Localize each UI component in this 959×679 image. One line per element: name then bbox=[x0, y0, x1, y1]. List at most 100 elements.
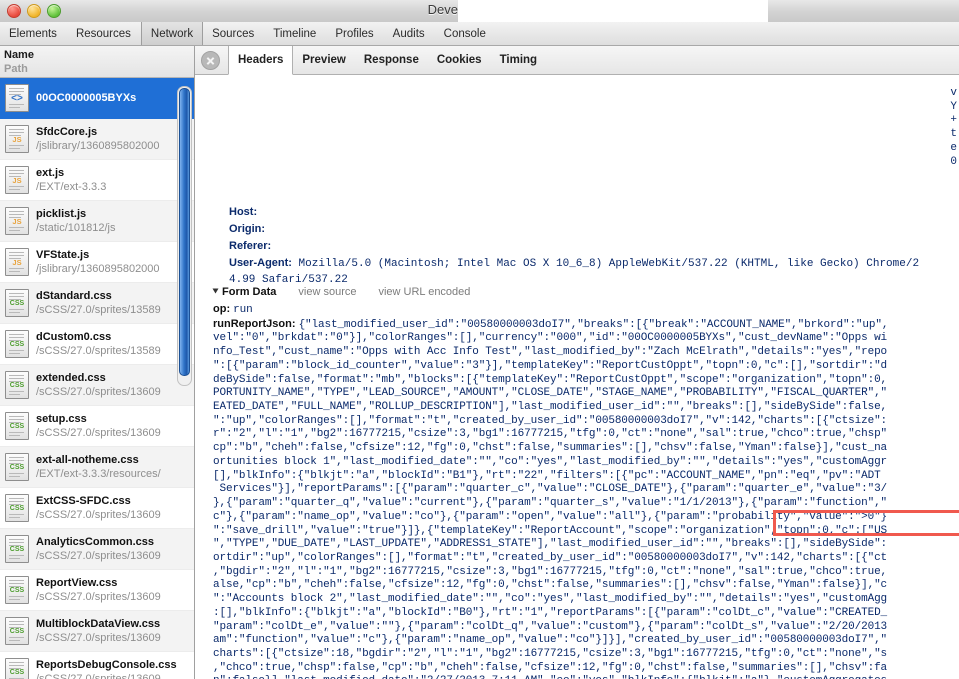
resource-item-meta: ReportsDebugConsole.css/sCSS/27.0/sprite… bbox=[36, 658, 177, 679]
payload-line: Services"}],"reportParams":[{"param":"qu… bbox=[213, 483, 959, 497]
resource-list-item[interactable]: CSS dCustom0.css/sCSS/27.0/sprites/13589 bbox=[0, 324, 194, 365]
css-file-icon: CSS bbox=[5, 289, 29, 317]
devtools-tab-timeline[interactable]: Timeline bbox=[264, 22, 326, 45]
view-url-encoded-link[interactable]: view URL encoded bbox=[378, 286, 470, 298]
css-file-icon: CSS bbox=[5, 453, 29, 481]
resource-list-item[interactable]: JS ext.js/EXT/ext-3.3.3 bbox=[0, 160, 194, 201]
payload-line: vel":"0","brkdat":"0"}],"colorRanges":[]… bbox=[213, 332, 959, 346]
resource-item-meta: dStandard.css/sCSS/27.0/sprites/13589 bbox=[36, 289, 161, 317]
resource-list-item[interactable]: <> 00OC0000005BYXs bbox=[0, 78, 194, 119]
payload-text: {"last_modified_user_id":"00580000003doI… bbox=[298, 318, 889, 331]
devtools-tab-bar: Elements Resources Network Sources Timeline P… bbox=[0, 22, 959, 46]
resource-list-item[interactable]: JS VFState.js/jslibrary/1360895802000 bbox=[0, 242, 194, 283]
request-header-name: Referer: bbox=[229, 240, 272, 252]
resource-item-meta: ext-all-notheme.css/EXT/ext-3.3.3/resour… bbox=[36, 453, 161, 481]
payload-line: runReportJson: {"last_modified_user_id":… bbox=[213, 318, 959, 333]
resource-list-item[interactable]: CSS dStandard.css/sCSS/27.0/sprites/13589 bbox=[0, 283, 194, 324]
resource-list: <> 00OC0000005BYXs JS SfdcCore.js/jslibrary… bbox=[0, 78, 194, 679]
sidebar-scrollbar[interactable] bbox=[177, 86, 192, 386]
resource-item-path: /jslibrary/1360895802000 bbox=[36, 263, 160, 275]
detail-tab-preview[interactable]: Preview bbox=[293, 46, 354, 74]
payload-text: ,"bgdir":"2","l":"1","bg2":16777215,"csi… bbox=[213, 565, 888, 578]
payload-text: [],"blkInfo":{"blkjt":"a","blockId":"B1"… bbox=[213, 469, 881, 482]
devtools-tab-sources[interactable]: Sources bbox=[203, 22, 264, 45]
payload-line: ":"Accounts block 2","last_modified_date… bbox=[213, 593, 959, 607]
payload-text: deBySide":false,"format":"mb","blocks":[… bbox=[213, 373, 888, 386]
payload-text: c"},{"param":"name_op","value":"co"},{"p… bbox=[213, 510, 888, 523]
devtools-tab-audits[interactable]: Audits bbox=[384, 22, 435, 45]
payload-line: },{"param":"quarter_q","value":"current"… bbox=[213, 497, 959, 511]
resource-list-item[interactable]: CSS AnalyticsCommon.css/sCSS/27.0/sprites… bbox=[0, 529, 194, 570]
resource-list-item[interactable]: CSS ReportView.css/sCSS/27.0/sprites/1360… bbox=[0, 570, 194, 611]
resource-list-item[interactable]: JS picklist.js/static/101812/js bbox=[0, 201, 194, 242]
css-file-icon: CSS bbox=[5, 658, 29, 679]
payload-line: "param":"colDt_e","value":""},{"param":"… bbox=[213, 621, 959, 635]
devtools-tab-resources[interactable]: Resources bbox=[67, 22, 141, 45]
devtools-tab-profiles[interactable]: Profiles bbox=[326, 22, 383, 45]
sidebar-column-headers[interactable]: Name Path bbox=[0, 46, 194, 78]
payload-text: n":false}],"last_modified_date":"2/27/20… bbox=[213, 675, 887, 679]
payload-key: runReportJson: bbox=[213, 317, 299, 330]
js-file-icon: JS bbox=[5, 207, 29, 235]
payload-text: ","TYPE","DUE_DATE","LAST_UPDATE","ADDRE… bbox=[213, 538, 888, 551]
resource-item-name: picklist.js bbox=[36, 208, 87, 220]
payload-text: ortdir":"up","colorRanges":[],"format":"… bbox=[213, 551, 888, 564]
payload-text: EATED_DATE","FULL_NAME","ROLLUP_DESCRIPT… bbox=[213, 401, 888, 414]
payload-line: PORTUNITY_NAME","TYPE","LEAD_SOURCE","AM… bbox=[213, 387, 959, 401]
payload-line: charts":[{"ctsize":18,"bgdir":"2","l":"1… bbox=[213, 648, 959, 662]
column-header-path: Path bbox=[4, 63, 28, 75]
resource-list-item[interactable]: CSS ext-all-notheme.css/EXT/ext-3.3.3/res… bbox=[0, 447, 194, 488]
sidebar-scrollbar-thumb[interactable] bbox=[179, 88, 190, 376]
resource-list-item[interactable]: CSS MultiblockDataView.css/sCSS/27.0/spri… bbox=[0, 611, 194, 652]
resource-item-meta: MultiblockDataView.css/sCSS/27.0/sprites… bbox=[36, 617, 161, 645]
payload-line: am":"function","value":"c"},{"param":"na… bbox=[213, 634, 959, 648]
resource-list-item[interactable]: CSS ReportsDebugConsole.css/sCSS/27.0/spr… bbox=[0, 652, 194, 679]
css-file-icon: CSS bbox=[5, 617, 29, 645]
resource-item-name: ext-all-notheme.css bbox=[36, 454, 139, 466]
request-header-row: Referer: bbox=[229, 238, 919, 255]
devtools-tab-elements[interactable]: Elements bbox=[0, 22, 67, 45]
payload-line: EATED_DATE","FULL_NAME","ROLLUP_DESCRIPT… bbox=[213, 401, 959, 415]
payload-text: "param":"colDt_e","value":""},{"param":"… bbox=[213, 620, 888, 633]
close-icon[interactable] bbox=[201, 51, 220, 70]
form-data-op-line: op: run bbox=[213, 303, 959, 318]
resource-item-path: /sCSS/27.0/sprites/13609 bbox=[36, 509, 161, 521]
request-header-name: User-Agent: bbox=[229, 257, 292, 269]
title-redaction bbox=[458, 0, 768, 22]
detail-tab-cookies[interactable]: Cookies bbox=[428, 46, 491, 74]
payload-text: ortunities block 1","last_modified_date"… bbox=[213, 455, 888, 468]
request-header-row: Origin: bbox=[229, 221, 919, 238]
detail-tab-headers[interactable]: Headers bbox=[228, 46, 294, 75]
resource-list-item[interactable]: CSS ExtCSS-SFDC.css/sCSS/27.0/sprites/136… bbox=[0, 488, 194, 529]
view-source-link[interactable]: view source bbox=[298, 286, 356, 298]
detail-tab-bar: Headers Preview Response Cookies Timing bbox=[195, 46, 959, 75]
js-file-icon: JS bbox=[5, 248, 29, 276]
payload-line: ,"bgdir":"2","l":"1","bg2":16777215,"csi… bbox=[213, 566, 959, 580]
payload-line: n":false}],"last_modified_date":"2/27/20… bbox=[213, 675, 959, 679]
resource-item-name: VFState.js bbox=[36, 249, 90, 261]
detail-tab-timing[interactable]: Timing bbox=[491, 46, 546, 74]
resource-list-item[interactable]: CSS setup.css/sCSS/27.0/sprites/13609 bbox=[0, 406, 194, 447]
resource-item-name: AnalyticsCommon.css bbox=[36, 536, 154, 548]
resource-list-item[interactable]: JS SfdcCore.js/jslibrary/1360895802000 bbox=[0, 119, 194, 160]
detail-tab-response[interactable]: Response bbox=[355, 46, 428, 74]
devtools-tab-console[interactable]: Console bbox=[435, 22, 496, 45]
resource-item-name: extended.css bbox=[36, 372, 106, 384]
resource-item-meta: setup.css/sCSS/27.0/sprites/13609 bbox=[36, 412, 161, 440]
resource-item-meta: AnalyticsCommon.css/sCSS/27.0/sprites/13… bbox=[36, 535, 161, 563]
payload-text: r":"2","l":"1","bg2":16777215,"csize":3,… bbox=[213, 428, 888, 441]
form-data-payload[interactable]: op: run runReportJson: {"last_modified_us… bbox=[213, 303, 959, 679]
request-header-name: Host: bbox=[229, 206, 258, 218]
column-header-name: Name bbox=[4, 49, 34, 61]
resource-list-item[interactable]: CSS extended.css/sCSS/27.0/sprites/13609 bbox=[0, 365, 194, 406]
devtools-window: Developer Tools – ElementsResourcesNetwo… bbox=[0, 0, 959, 679]
form-data-section-header[interactable]: Form Data view source view URL encoded bbox=[212, 286, 470, 298]
resource-item-path: /sCSS/27.0/sprites/13609 bbox=[36, 386, 161, 398]
network-resource-sidebar: Name Path <> 00OC0000005BYXs JS SfdcCore.js… bbox=[0, 46, 195, 679]
resource-item-name: dCustom0.css bbox=[36, 331, 112, 343]
disclosure-triangle-icon[interactable] bbox=[212, 288, 219, 294]
devtools-tab-network[interactable]: Network bbox=[140, 22, 204, 45]
resource-item-name: ext.js bbox=[36, 167, 65, 179]
js-file-icon: JS bbox=[5, 166, 29, 194]
resource-item-path: /sCSS/27.0/sprites/13589 bbox=[36, 304, 161, 316]
